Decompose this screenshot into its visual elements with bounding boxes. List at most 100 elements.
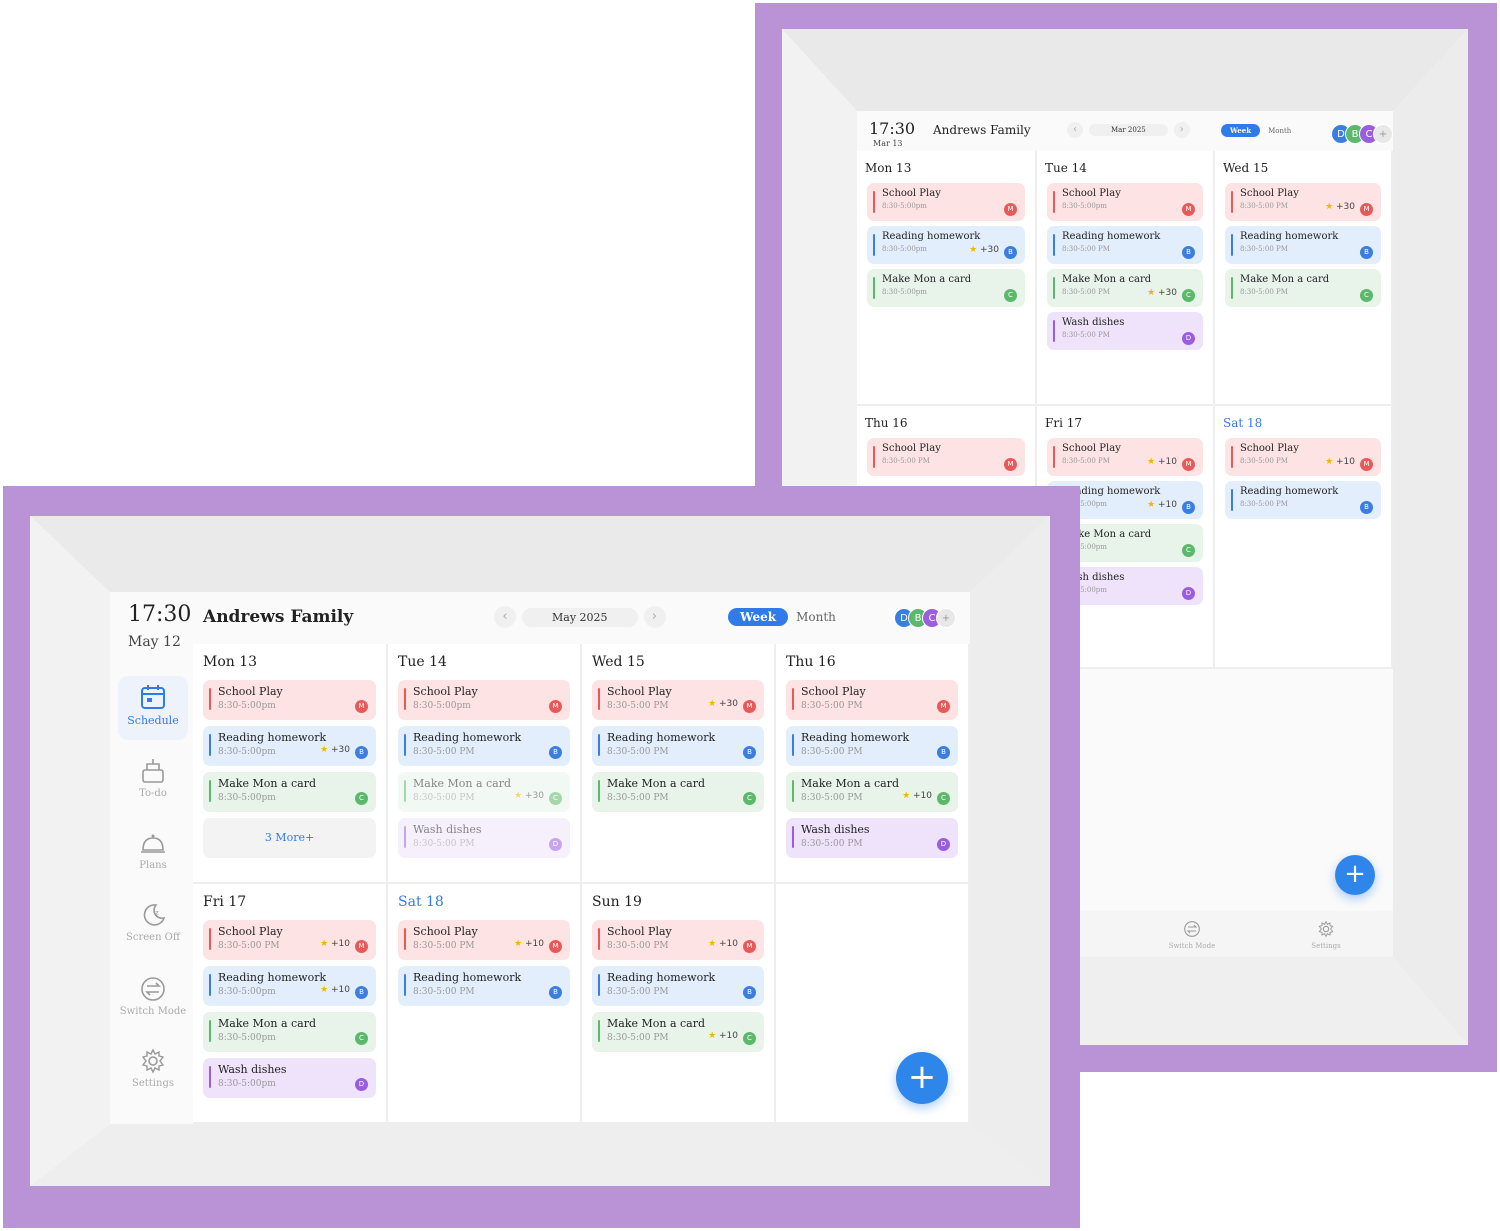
- event-card[interactable]: Reading homework 8:30-5:00 PM B: [592, 966, 764, 1006]
- more-events-button[interactable]: 3 More+: [203, 818, 376, 858]
- nav-label: Settings: [1311, 941, 1341, 950]
- month-toggle[interactable]: Month: [788, 608, 844, 626]
- event-card[interactable]: School Play 8:30-5:00pm M: [867, 183, 1025, 221]
- event-card[interactable]: Make Mon a card 8:30-5:00pm C: [203, 772, 376, 812]
- event-card[interactable]: Make Mon a card 8:30-5:00pm C: [867, 269, 1025, 307]
- member-dot: M: [549, 700, 562, 713]
- event-name: Reading homework: [607, 971, 716, 984]
- star-points: ★ +10: [514, 939, 544, 949]
- nav-schedule[interactable]: Schedule: [118, 676, 188, 740]
- event-name: School Play: [607, 685, 672, 698]
- nav-screen-off[interactable]: z Screen Off: [118, 894, 188, 958]
- member-dot: B: [549, 746, 562, 759]
- event-time: 8:30-5:00pm: [1062, 586, 1107, 594]
- event-card[interactable]: Wash dishes 8:30-5:00 PM D: [1047, 312, 1203, 350]
- event-card[interactable]: Reading homework 8:30-5:00pm ★ +30 B: [867, 226, 1025, 264]
- chevron-left-icon[interactable]: ‹: [494, 606, 516, 628]
- event-card[interactable]: School Play 8:30-5:00pm M: [203, 680, 376, 720]
- event-card[interactable]: School Play 8:30-5:00 PM ★ +10 M: [398, 920, 570, 960]
- member-dot: M: [355, 940, 368, 953]
- event-card[interactable]: Make Mon a card 8:30-5:00 PM ★ +30 C: [1047, 269, 1203, 307]
- month-label[interactable]: May 2025: [522, 607, 638, 627]
- nav-settings[interactable]: Settings: [118, 1040, 188, 1104]
- bottom-nav-switch-mode[interactable]: Switch Mode: [1152, 919, 1232, 950]
- add-event-button[interactable]: +: [896, 1052, 948, 1104]
- event-name: Reading homework: [218, 731, 327, 744]
- product-photo: 17:30 Mar 13 Andrews Family ‹ Mar 2025 ›…: [0, 0, 1500, 1231]
- event-card[interactable]: Make Mon a card 8:30-5:00 PM ★ +30 C: [398, 772, 570, 812]
- event-card[interactable]: Make Mon a card 8:30-5:00 PM C: [1225, 269, 1381, 307]
- chevron-left-icon[interactable]: ‹: [1067, 122, 1083, 138]
- event-card[interactable]: Make Mon a card 8:30-5:00 PM ★ +10 C: [592, 1012, 764, 1052]
- add-member-button[interactable]: +: [936, 608, 956, 628]
- event-card[interactable]: School Play 8:30-5:00 PM ★ +30 M: [592, 680, 764, 720]
- member-dot: D: [937, 838, 950, 851]
- week-toggle[interactable]: Week: [1221, 124, 1261, 137]
- event-card[interactable]: Reading homework 8:30-5:00 PM B: [398, 966, 570, 1006]
- event-card[interactable]: School Play 8:30-5:00pm M: [398, 680, 570, 720]
- event-time: 8:30-5:00 PM: [882, 457, 930, 465]
- event-card[interactable]: Reading homework 8:30-5:00 PM B: [592, 726, 764, 766]
- todo-icon: [138, 756, 168, 786]
- member-dot: B: [1360, 246, 1373, 259]
- nav-plans[interactable]: Plans: [118, 822, 188, 886]
- event-name: School Play: [1062, 188, 1121, 199]
- sidebar: 17:30 May 12 Schedule To-do Plans z Screen O…: [110, 592, 191, 1124]
- event-name: Make Mon a card: [1240, 274, 1330, 285]
- event-card[interactable]: Wash dishes 8:30-5:00 PM D: [398, 818, 570, 858]
- event-card[interactable]: School Play 8:30-5:00 PM ★ +30 M: [1225, 183, 1381, 221]
- nav-to-do[interactable]: To-do: [118, 750, 188, 814]
- event-card[interactable]: School Play 8:30-5:00 PM ★ +10 M: [1047, 438, 1203, 476]
- star-points: ★ +30: [1325, 202, 1355, 212]
- event-name: School Play: [1240, 443, 1299, 454]
- event-card[interactable]: Reading homework 8:30-5:00pm ★ +30 B: [203, 726, 376, 766]
- event-name: Wash dishes: [413, 823, 482, 836]
- event-card[interactable]: Reading homework 8:30-5:00 PM B: [1047, 226, 1203, 264]
- event-time: 8:30-5:00pm: [413, 701, 471, 711]
- event-card[interactable]: Reading homework 8:30-5:00 PM B: [1225, 481, 1381, 519]
- star-points: ★ +10: [708, 1031, 738, 1041]
- member-dot: B: [1182, 246, 1195, 259]
- day-title: Fri 17: [203, 894, 247, 910]
- day-title: Thu 16: [786, 654, 836, 670]
- event-card[interactable]: School Play 8:30-5:00 PM ★ +10 M: [203, 920, 376, 960]
- event-card[interactable]: Make Mon a card 8:30-5:00pm C: [203, 1012, 376, 1052]
- day-cell: Tue 14 School Play 8:30-5:00pm M Reading hom…: [388, 644, 582, 884]
- event-time: 8:30-5:00 PM: [607, 793, 669, 803]
- event-card[interactable]: School Play 8:30-5:00 PM M: [867, 438, 1025, 476]
- event-card[interactable]: Wash dishes 8:30-5:00 PM D: [786, 818, 958, 858]
- chevron-right-icon[interactable]: ›: [1173, 122, 1190, 138]
- member-dot: C: [937, 792, 950, 805]
- event-card[interactable]: Make Mon a card 8:30-5:00 PM C: [592, 772, 764, 812]
- event-card[interactable]: Reading homework 8:30-5:00 PM B: [398, 726, 570, 766]
- add-event-button[interactable]: +: [1335, 855, 1375, 895]
- event-time: 8:30-5:00pm: [218, 793, 276, 803]
- switch-icon: [1182, 919, 1202, 939]
- event-card[interactable]: Reading homework 8:30-5:00 PM B: [786, 726, 958, 766]
- nav-switch-mode[interactable]: Switch Mode: [118, 968, 188, 1032]
- bottom-nav-settings[interactable]: Settings: [1286, 919, 1366, 950]
- event-card[interactable]: Wash dishes 8:30-5:00pm D: [203, 1058, 376, 1098]
- event-name: Reading homework: [882, 231, 981, 242]
- event-card[interactable]: School Play 8:30-5:00 PM ★ +10 M: [1225, 438, 1381, 476]
- event-name: Wash dishes: [1062, 317, 1125, 328]
- event-card[interactable]: School Play 8:30-5:00 PM ★ +10 M: [592, 920, 764, 960]
- month-label[interactable]: Mar 2025: [1089, 124, 1168, 136]
- points-value: +30: [525, 791, 544, 801]
- add-member-button[interactable]: +: [1373, 124, 1393, 144]
- event-name: Make Mon a card: [1062, 529, 1152, 540]
- event-card[interactable]: Reading homework 8:30-5:00 PM B: [1225, 226, 1381, 264]
- event-card[interactable]: School Play 8:30-5:00pm M: [1047, 183, 1203, 221]
- member-dot: M: [1360, 458, 1373, 471]
- event-name: Make Mon a card: [882, 274, 972, 285]
- star-icon: ★: [320, 985, 331, 995]
- day-title: Sat 18: [398, 894, 444, 910]
- event-card[interactable]: Make Mon a card 8:30-5:00 PM ★ +10 C: [786, 772, 958, 812]
- member-dot: C: [1360, 289, 1373, 302]
- week-toggle[interactable]: Week: [728, 608, 789, 626]
- event-card[interactable]: Reading homework 8:30-5:00pm ★ +10 B: [203, 966, 376, 1006]
- month-toggle[interactable]: Month: [1260, 125, 1299, 137]
- chevron-right-icon[interactable]: ›: [643, 606, 666, 628]
- event-card[interactable]: School Play 8:30-5:00 PM M: [786, 680, 958, 720]
- day-title: Mon 13: [203, 654, 258, 670]
